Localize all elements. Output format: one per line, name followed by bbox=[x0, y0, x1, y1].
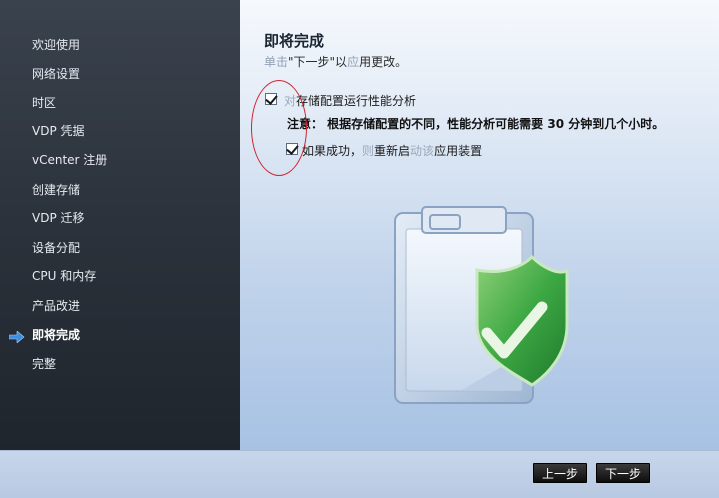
sidebar-item-complete[interactable]: 完整 bbox=[0, 351, 240, 375]
sidebar-item-device-allocation[interactable]: 设备分配 bbox=[0, 235, 240, 259]
sidebar-item-credentials[interactable]: VDP 凭据 bbox=[0, 118, 240, 142]
sidebar-item-label: 设备分配 bbox=[32, 240, 81, 255]
arrow-right-icon bbox=[8, 328, 25, 347]
sidebar-item-migration[interactable]: VDP 迁移 bbox=[0, 205, 240, 229]
sidebar-item-label: 创建存储 bbox=[32, 182, 81, 197]
page-subtitle: 单击"下一步"以应用更改。 bbox=[264, 53, 407, 70]
wizard-sidebar: 欢迎使用 网络设置 时区 VDP 凭据 vCenter 注册 创建存储 VDP … bbox=[0, 0, 240, 450]
sidebar-item-label: vCenter 注册 bbox=[32, 152, 108, 167]
label-part: 则 bbox=[362, 144, 375, 158]
sidebar-item-timezone[interactable]: 时区 bbox=[0, 90, 240, 114]
label-part: 重新启 bbox=[374, 144, 411, 158]
sidebar-item-welcome[interactable]: 欢迎使用 bbox=[0, 32, 240, 56]
next-button[interactable]: 下一步 bbox=[596, 463, 650, 483]
subtitle-part: 应 bbox=[347, 55, 360, 69]
clipboard-shield-check-icon bbox=[390, 205, 580, 419]
sidebar-item-label: 时区 bbox=[32, 95, 57, 110]
label-part: 存储配置运行性能分析 bbox=[296, 94, 417, 108]
sidebar-item-network[interactable]: 网络设置 bbox=[0, 61, 240, 85]
subtitle-part: "下一步"以 bbox=[288, 55, 348, 69]
sidebar-item-create-storage[interactable]: 创建存储 bbox=[0, 177, 240, 201]
label-part: 动该 bbox=[410, 144, 435, 158]
red-annotation-circle bbox=[251, 80, 307, 176]
back-button[interactable]: 上一步 bbox=[533, 463, 587, 483]
page-title: 即将完成 bbox=[264, 32, 325, 50]
sidebar-item-vcenter[interactable]: vCenter 注册 bbox=[0, 147, 240, 171]
sidebar-item-cpu-memory[interactable]: CPU 和内存 bbox=[0, 263, 240, 287]
label-part: 应用装置 bbox=[434, 144, 483, 158]
sidebar-item-label: 产品改进 bbox=[32, 298, 81, 313]
restart-appliance-label[interactable]: 如果成功，则重新启动该应用装置 bbox=[302, 142, 482, 159]
sidebar-item-label: 欢迎使用 bbox=[32, 37, 81, 52]
perf-analysis-note: 注意： 根据存储配置的不同，性能分析可能需要 30 分钟到几个小时。 bbox=[287, 117, 665, 131]
sidebar-item-label: 即将完成 bbox=[32, 327, 81, 342]
sidebar-item-product-improvement[interactable]: 产品改进 bbox=[0, 293, 240, 317]
sidebar-item-label: VDP 凭据 bbox=[32, 123, 85, 138]
label-part: 如果成功， bbox=[302, 144, 363, 158]
sidebar-item-ready-to-complete[interactable]: 即将完成 bbox=[0, 322, 240, 346]
sidebar-item-label: 网络设置 bbox=[32, 66, 81, 81]
subtitle-part: 单击 bbox=[264, 55, 289, 69]
sidebar-item-label: VDP 迁移 bbox=[32, 210, 85, 225]
sidebar-item-label: CPU 和内存 bbox=[32, 268, 97, 283]
subtitle-part: 用更改。 bbox=[359, 55, 408, 69]
sidebar-item-label: 完整 bbox=[32, 356, 57, 371]
